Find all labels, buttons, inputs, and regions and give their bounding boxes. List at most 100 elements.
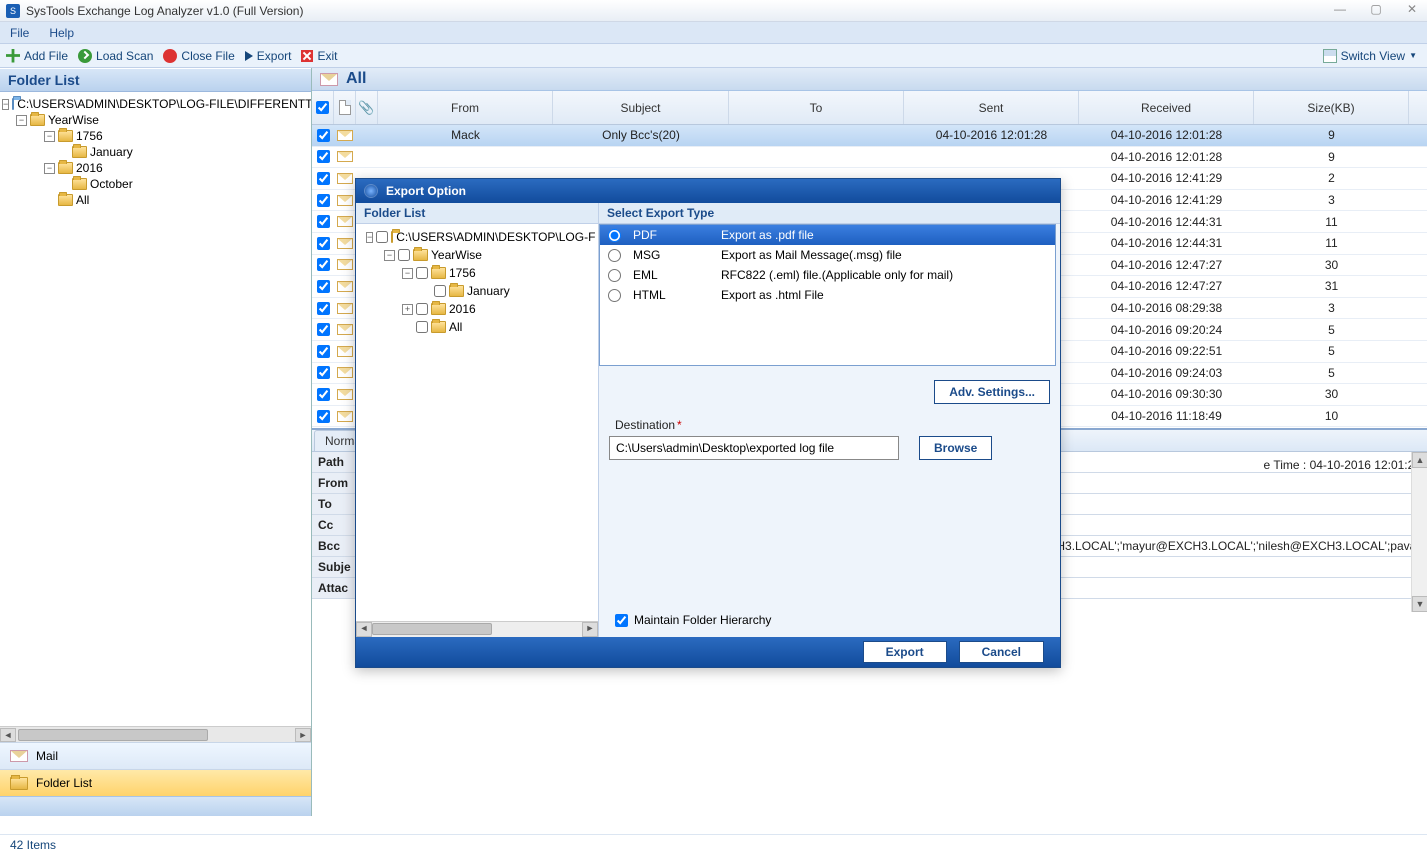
tree-checkbox[interactable] <box>416 267 428 279</box>
toolbar-load-scan[interactable]: Load Scan <box>78 49 153 63</box>
scroll-up-icon[interactable]: ▲ <box>1412 452 1427 468</box>
toolbar-exit[interactable]: Exit <box>301 49 337 63</box>
collapse-icon[interactable]: − <box>366 232 373 243</box>
export-type-msg[interactable]: MSG Export as Mail Message(.msg) file <box>600 245 1055 265</box>
export-button[interactable]: Export <box>863 641 947 663</box>
export-type-html[interactable]: HTML Export as .html File <box>600 285 1055 305</box>
tree-checkbox[interactable] <box>416 303 428 315</box>
window-title: SysTools Exchange Log Analyzer v1.0 (Ful… <box>26 4 303 18</box>
collapse-icon[interactable]: − <box>16 115 27 126</box>
folder-icon <box>391 231 393 243</box>
tree-yearwise[interactable]: − YearWise <box>16 112 309 128</box>
toolbar-close-file[interactable]: Close File <box>163 49 234 63</box>
dialog-tree-hscroll[interactable]: ◄ ► <box>356 621 598 637</box>
sidebar-hscroll[interactable]: ◄ ► <box>0 726 311 742</box>
collapse-icon[interactable]: − <box>44 163 55 174</box>
radio-pdf[interactable] <box>608 229 621 242</box>
collapse-icon[interactable]: − <box>402 268 413 279</box>
detail-vscroll[interactable]: ▲ ▼ <box>1411 452 1427 612</box>
close-button[interactable]: ✕ <box>1401 2 1423 16</box>
row-checkbox[interactable] <box>317 194 330 207</box>
dlg-tree-root[interactable]: − C:\USERS\ADMIN\DESKTOP\LOG-F <box>366 228 594 246</box>
browse-button[interactable]: Browse <box>919 436 992 460</box>
scroll-left-icon[interactable]: ◄ <box>356 622 372 637</box>
tree-all[interactable]: All <box>44 192 309 208</box>
menu-help[interactable]: Help <box>49 26 74 40</box>
table-row[interactable]: 04-10-2016 12:01:289 <box>312 147 1427 169</box>
dlg-tree-1756[interactable]: − 1756 <box>402 264 594 282</box>
collapse-icon[interactable]: − <box>384 250 395 261</box>
row-checkbox[interactable] <box>317 150 330 163</box>
tree-1756[interactable]: − 1756 <box>44 128 309 144</box>
dlg-tree-all[interactable]: All <box>402 318 594 336</box>
row-checkbox[interactable] <box>317 258 330 271</box>
collapse-icon[interactable]: − <box>2 99 9 110</box>
maximize-button[interactable]: ▢ <box>1365 2 1387 16</box>
col-checkbox[interactable] <box>312 91 334 124</box>
tree-checkbox[interactable] <box>398 249 410 261</box>
minimize-button[interactable]: — <box>1329 2 1351 16</box>
row-checkbox[interactable] <box>317 129 330 142</box>
folder-icon <box>58 194 73 206</box>
tree-checkbox[interactable] <box>376 231 388 243</box>
folder-icon <box>12 98 14 110</box>
dlg-tree-yearwise[interactable]: − YearWise <box>384 246 594 264</box>
row-checkbox[interactable] <box>317 237 330 250</box>
tree-2016[interactable]: − 2016 <box>44 160 309 176</box>
folder-tree[interactable]: − C:\USERS\ADMIN\DESKTOP\LOG-FILE\DIFFER… <box>0 92 311 726</box>
row-checkbox[interactable] <box>317 280 330 293</box>
col-subject[interactable]: Subject <box>553 91 729 124</box>
mail-icon <box>337 130 353 141</box>
collapse-icon[interactable]: − <box>44 131 55 142</box>
nav-mail[interactable]: Mail <box>0 742 311 769</box>
maintain-hierarchy-checkbox[interactable] <box>615 614 628 627</box>
tree-checkbox[interactable] <box>416 321 428 333</box>
toolbar-switch-view[interactable]: Switch View ▼ <box>1323 49 1417 63</box>
row-checkbox[interactable] <box>317 215 330 228</box>
dialog-folder-tree[interactable]: − C:\USERS\ADMIN\DESKTOP\LOG-F − YearWis… <box>356 224 598 621</box>
nav-folder-list[interactable]: Folder List <box>0 769 311 796</box>
col-size[interactable]: Size(KB) <box>1254 91 1409 124</box>
radio-eml[interactable] <box>608 269 621 282</box>
scroll-right-icon[interactable]: ► <box>582 622 598 637</box>
scroll-right-icon[interactable]: ► <box>295 728 311 742</box>
tree-root[interactable]: − C:\USERS\ADMIN\DESKTOP\LOG-FILE\DIFFER… <box>2 96 309 112</box>
destination-input[interactable] <box>609 436 899 460</box>
radio-msg[interactable] <box>608 249 621 262</box>
select-all-checkbox[interactable] <box>316 101 329 114</box>
toolbar-add-file[interactable]: Add File <box>6 49 68 63</box>
adv-settings-button[interactable]: Adv. Settings... <box>934 380 1050 404</box>
row-checkbox[interactable] <box>317 410 330 423</box>
tree-january[interactable]: January <box>58 144 309 160</box>
row-checkbox[interactable] <box>317 302 330 315</box>
row-checkbox[interactable] <box>317 323 330 336</box>
col-from[interactable]: From <box>378 91 553 124</box>
export-type-list: PDF Export as .pdf file MSG Export as Ma… <box>599 224 1056 366</box>
toolbar: Add File Load Scan Close File Export Exi… <box>0 44 1427 68</box>
dlg-tree-2016[interactable]: + 2016 <box>402 300 594 318</box>
cancel-button[interactable]: Cancel <box>959 641 1044 663</box>
menu-file[interactable]: File <box>10 26 29 40</box>
scroll-left-icon[interactable]: ◄ <box>0 728 16 742</box>
col-received[interactable]: Received <box>1079 91 1254 124</box>
radio-html[interactable] <box>608 289 621 302</box>
expand-icon[interactable]: + <box>402 304 413 315</box>
row-checkbox[interactable] <box>317 366 330 379</box>
row-checkbox[interactable] <box>317 172 330 185</box>
row-checkbox[interactable] <box>317 345 330 358</box>
scroll-thumb[interactable] <box>372 623 492 635</box>
export-type-eml[interactable]: EML RFC822 (.eml) file.(Applicable only … <box>600 265 1055 285</box>
scroll-down-icon[interactable]: ▼ <box>1412 596 1427 612</box>
col-to[interactable]: To <box>729 91 904 124</box>
col-sent[interactable]: Sent <box>904 91 1079 124</box>
scroll-thumb[interactable] <box>18 729 208 741</box>
tree-october[interactable]: October <box>58 176 309 192</box>
export-type-pdf[interactable]: PDF Export as .pdf file <box>600 225 1055 245</box>
mail-icon <box>337 216 353 227</box>
dlg-tree-january[interactable]: January <box>420 282 594 300</box>
tree-checkbox[interactable] <box>434 285 446 297</box>
row-checkbox[interactable] <box>317 388 330 401</box>
dialog-left-panel: Folder List − C:\USERS\ADMIN\DESKTOP\LOG… <box>356 203 599 637</box>
toolbar-export[interactable]: Export <box>245 49 292 63</box>
table-row[interactable]: MackOnly Bcc's(20)04-10-2016 12:01:2804-… <box>312 125 1427 147</box>
